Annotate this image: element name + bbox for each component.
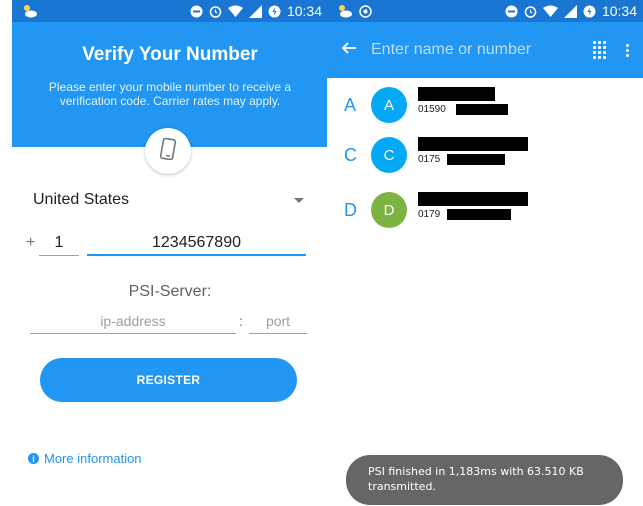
phone-input-row: + 1 1234567890 [26, 231, 316, 257]
section-letter: D [344, 200, 357, 220]
alarm-icon [209, 5, 222, 18]
weather-icon [22, 4, 38, 18]
contact-item-c[interactable]: C C 0175 [327, 137, 643, 177]
battery-icon [583, 5, 596, 18]
contact-number-prefix: 01590 [418, 104, 446, 115]
search-input[interactable]: Enter name or number [371, 41, 593, 59]
redacted-number [456, 104, 508, 115]
alarm-icon [524, 5, 537, 18]
country-value: United States [33, 191, 130, 208]
status-time: 10:34 [601, 3, 637, 19]
phone-icon [159, 137, 177, 165]
toast-message: PSI finished in 1,183ms with 63.510 KB t… [346, 455, 623, 505]
avatar: C [371, 137, 407, 173]
status-bar: 10:34 [327, 0, 643, 22]
status-bar: 10:34 [12, 0, 328, 22]
redacted-name [418, 192, 528, 206]
redacted-number [447, 154, 505, 165]
contact-item-a[interactable]: A A 01590 [327, 87, 643, 127]
ip-address-field[interactable]: ip-address [30, 313, 236, 334]
verify-subtitle: Please enter your mobile number to recei… [48, 80, 292, 108]
avatar: D [371, 192, 407, 228]
dialpad-icon[interactable] [593, 41, 606, 59]
contact-number-prefix: 0175 [418, 154, 441, 165]
signal-icon [563, 4, 577, 18]
more-vert-icon[interactable] [626, 43, 629, 57]
battery-icon [268, 5, 281, 18]
verify-screen: 10:34 Verify Your Number Please enter yo… [12, 0, 328, 506]
wifi-icon [542, 5, 558, 17]
redacted-name [418, 137, 528, 151]
contact-number-prefix: 0179 [418, 209, 441, 220]
phone-number-field[interactable]: 1234567890 [87, 231, 306, 256]
country-code-field[interactable]: 1 [39, 231, 79, 256]
redacted-name [418, 87, 495, 101]
more-information-link[interactable]: i More information [28, 451, 142, 466]
search-bar: Enter name or number [327, 22, 643, 78]
redacted-number [447, 209, 511, 220]
plus-sign: + [26, 234, 36, 251]
back-arrow-icon[interactable] [341, 40, 357, 61]
page-title: Verify Your Number [82, 44, 258, 65]
weather-icon [337, 4, 353, 18]
contact-item-d[interactable]: D D 0179 [327, 192, 643, 232]
app-notification-icon [359, 4, 372, 18]
more-information-label: More information [44, 451, 142, 466]
signal-icon [248, 4, 262, 18]
wifi-icon [227, 5, 243, 17]
phone-badge [145, 128, 191, 174]
status-time: 10:34 [286, 3, 322, 19]
port-separator: : [239, 313, 243, 329]
info-icon: i [28, 453, 39, 464]
psi-server-label: PSI-Server: [128, 283, 212, 300]
section-letter: A [344, 95, 357, 115]
country-select[interactable]: United States [33, 188, 307, 212]
section-letter: C [344, 145, 357, 165]
avatar: A [371, 87, 407, 123]
minus-circle-icon [505, 5, 518, 18]
register-button[interactable]: REGISTER [40, 358, 297, 402]
dropdown-caret-icon [294, 197, 304, 203]
contacts-screen: 10:34 Enter name or number A A 01590 C C… [327, 0, 643, 506]
minus-circle-icon [190, 5, 203, 18]
port-field[interactable]: port [249, 313, 307, 334]
